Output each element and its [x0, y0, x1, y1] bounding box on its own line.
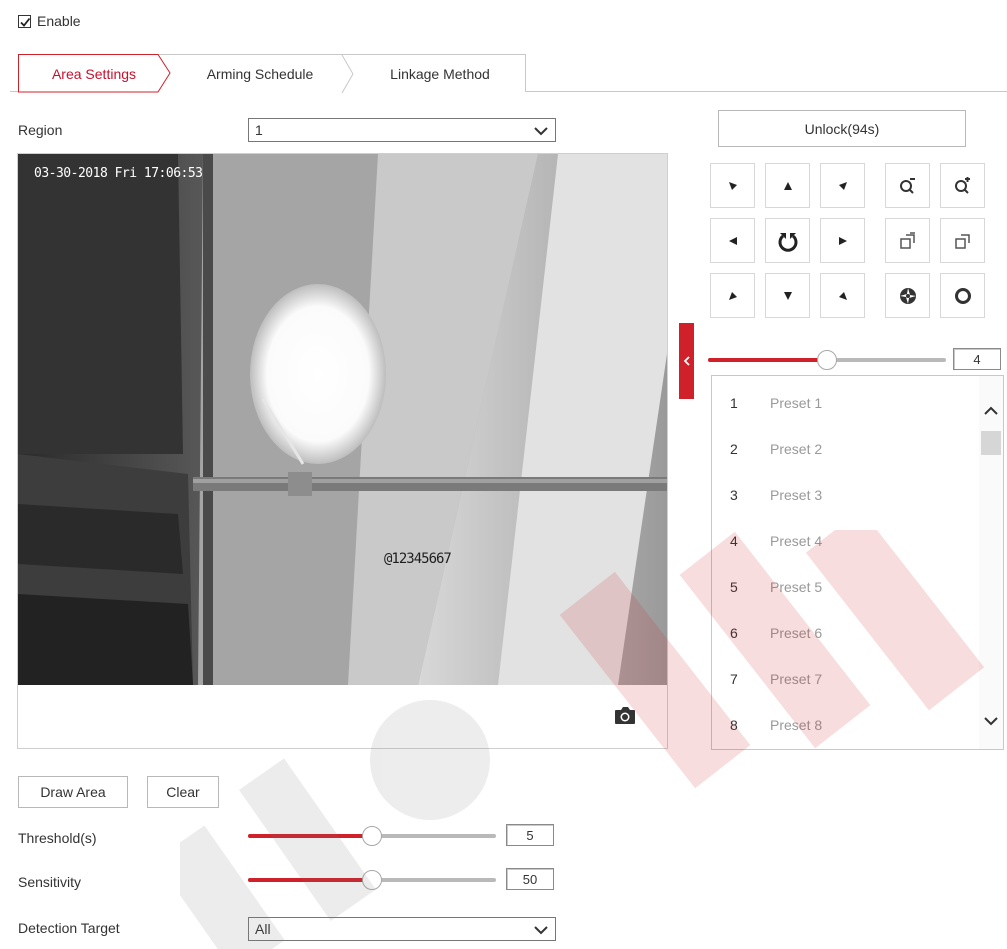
threshold-value[interactable]: 5	[506, 824, 554, 846]
sensitivity-slider[interactable]	[248, 870, 496, 890]
threshold-fill	[248, 834, 372, 838]
auto-rotate-icon[interactable]	[765, 218, 810, 263]
region-value: 1	[255, 122, 263, 138]
sensitivity-value[interactable]: 50	[506, 868, 554, 890]
video-osd-text: @12345667	[384, 551, 452, 567]
sensitivity-knob[interactable]	[362, 870, 382, 890]
detection-target-value: All	[255, 921, 271, 937]
ptz-lens-controls	[885, 163, 1005, 323]
preset-item[interactable]: 8 Preset 8	[712, 702, 977, 748]
enable-row[interactable]: Enable	[18, 11, 81, 31]
scroll-thumb[interactable]	[981, 431, 1001, 455]
zoom-out-icon[interactable]	[885, 163, 930, 208]
preset-name: Preset 3	[770, 487, 823, 503]
down-arrow-icon[interactable]	[765, 273, 810, 318]
preset-number: 2	[730, 441, 738, 457]
threshold-label: Threshold(s)	[18, 830, 97, 846]
live-video[interactable]	[18, 154, 667, 685]
preset-number: 1	[730, 395, 738, 411]
preset-number: 8	[730, 717, 738, 733]
preset-number: 4	[730, 533, 738, 549]
video-timestamp: 03-30-2018 Fri 17:06:53	[34, 166, 203, 181]
down-right-arrow-icon[interactable]	[820, 163, 865, 208]
tab-area-settings[interactable]: Area Settings	[19, 55, 169, 92]
iris-open-icon[interactable]	[940, 273, 985, 318]
preset-item[interactable]: 5 Preset 5	[712, 564, 977, 610]
ptz-speed-slider[interactable]	[708, 350, 946, 370]
tab-bar: Area Settings Arming Schedule Linkage Me…	[18, 54, 526, 93]
preset-item[interactable]: 6 Preset 6	[712, 610, 977, 656]
enable-label: Enable	[37, 13, 81, 29]
tab-arming-schedule[interactable]: Arming Schedule	[177, 55, 343, 92]
unlock-button[interactable]: Unlock(94s)	[718, 110, 966, 147]
chevron-up-icon[interactable]	[984, 406, 998, 416]
preset-item[interactable]: 4 Preset 4	[712, 518, 977, 564]
zoom-in-icon[interactable]	[940, 163, 985, 208]
focus-far-icon[interactable]	[940, 218, 985, 263]
preset-name: Preset 2	[770, 441, 823, 457]
chevron-left-icon	[683, 356, 690, 366]
chevron-down-icon[interactable]	[984, 716, 998, 726]
focus-near-icon[interactable]	[885, 218, 930, 263]
threshold-knob[interactable]	[362, 826, 382, 846]
preset-number: 3	[730, 487, 738, 503]
preset-number: 6	[730, 625, 738, 641]
preset-name: Preset 6	[770, 625, 823, 641]
ptz-speed-value[interactable]: 4	[953, 348, 1001, 370]
sensitivity-label: Sensitivity	[18, 874, 82, 890]
preset-name: Preset 4	[770, 533, 823, 549]
clear-button[interactable]: Clear	[147, 776, 219, 808]
preset-name: Preset 1	[770, 395, 823, 411]
up-left-arrow-icon[interactable]	[710, 273, 755, 318]
right-arrow-icon[interactable]	[820, 218, 865, 263]
preset-item[interactable]: 3 Preset 3	[712, 472, 977, 518]
draw-area-button[interactable]: Draw Area	[18, 776, 128, 808]
down-left-arrow-icon[interactable]	[710, 163, 755, 208]
video-image	[18, 154, 667, 685]
region-select[interactable]: 1	[248, 118, 556, 142]
detection-target-label: Detection Target	[18, 920, 120, 936]
chevron-down-icon	[534, 926, 548, 935]
preset-number: 7	[730, 671, 738, 687]
ptz-direction-pad	[710, 163, 868, 323]
preset-number: 5	[730, 579, 738, 595]
preset-name: Preset 5	[770, 579, 823, 595]
preset-item[interactable]: 1 Preset 1	[712, 380, 977, 426]
chevron-down-icon	[534, 127, 548, 136]
tab-separator	[341, 55, 354, 93]
preset-item[interactable]: 7 Preset 7	[712, 656, 977, 702]
preset-name: Preset 8	[770, 717, 823, 733]
tab-linkage-method[interactable]: Linkage Method	[355, 55, 525, 92]
preset-scrollbar[interactable]	[979, 376, 1003, 749]
sensitivity-fill	[248, 878, 372, 882]
preset-item[interactable]: 2 Preset 2	[712, 426, 977, 472]
panel-collapse-handle[interactable]	[679, 323, 694, 399]
ptz-speed-fill	[708, 358, 827, 362]
preset-name: Preset 7	[770, 671, 823, 687]
enable-checkbox[interactable]	[18, 14, 31, 28]
threshold-slider[interactable]	[248, 826, 496, 846]
left-arrow-icon[interactable]	[710, 218, 755, 263]
up-right-arrow-icon[interactable]	[820, 273, 865, 318]
ptz-speed-knob[interactable]	[817, 350, 837, 370]
up-arrow-icon[interactable]	[765, 163, 810, 208]
iris-close-icon[interactable]	[885, 273, 930, 318]
detection-target-select[interactable]: All	[248, 917, 556, 941]
region-label: Region	[18, 122, 63, 138]
preset-list[interactable]: 1 Preset 1 2 Preset 2 3 Preset 3 4 Preset 4 5 Pre…	[711, 375, 1004, 750]
camera-icon[interactable]	[613, 705, 637, 725]
